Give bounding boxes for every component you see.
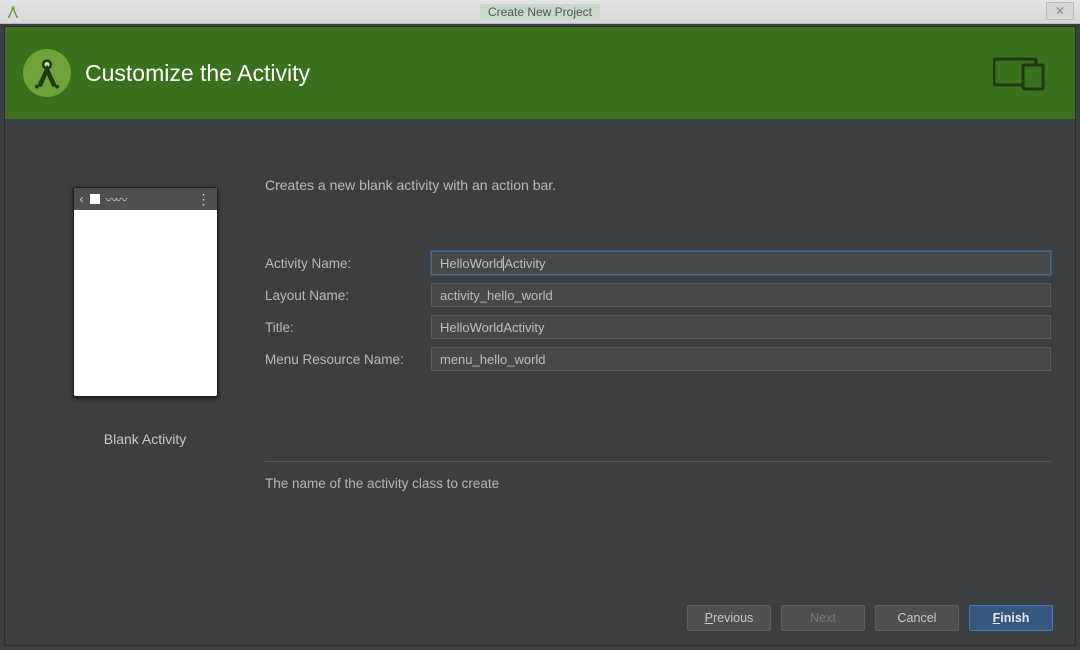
template-description: Creates a new blank activity with an act…	[265, 177, 1051, 193]
layout-name-input[interactable]: activity_hello_world	[431, 283, 1051, 307]
input-text: menu_hello_world	[440, 352, 546, 367]
window-title: Create New Project	[480, 4, 600, 20]
template-preview: ‹ 〰〰 ⋮	[73, 187, 218, 397]
window-titlebar: Create New Project ✕	[0, 0, 1080, 24]
activity-name-label: Activity Name:	[265, 256, 431, 271]
title-placeholder-icon: 〰〰	[106, 191, 126, 208]
back-chevron-icon: ‹	[80, 192, 84, 206]
banner: Customize the Activity	[5, 27, 1075, 119]
app-icon-placeholder	[90, 194, 100, 204]
form-column: Creates a new blank activity with an act…	[265, 137, 1055, 591]
cancel-button[interactable]: Cancel	[875, 605, 959, 631]
separator	[265, 461, 1051, 462]
input-text: activity_hello_world	[440, 288, 553, 303]
device-preview-icon	[993, 55, 1045, 91]
next-button[interactable]: Next	[781, 605, 865, 631]
banner-title: Customize the Activity	[85, 60, 310, 87]
content-area: ‹ 〰〰 ⋮ Blank Activity Creates a new blan…	[5, 119, 1075, 591]
template-caption: Blank Activity	[104, 431, 186, 447]
button-bar: Previous Next Cancel Finish	[5, 591, 1075, 645]
preview-body	[74, 210, 217, 396]
previous-button[interactable]: Previous	[687, 605, 771, 631]
input-text: HelloWorldActivity	[440, 320, 545, 335]
input-text-pre: HelloWorld	[440, 256, 503, 271]
field-helper-text: The name of the activity class to create	[265, 476, 1051, 491]
android-studio-logo-icon	[23, 49, 71, 97]
title-label: Title:	[265, 320, 431, 335]
activity-name-input[interactable]: HelloWorldActivity	[431, 251, 1051, 275]
dialog-frame: Customize the Activity ‹ 〰〰 ⋮ Blank Acti…	[4, 26, 1076, 646]
overflow-menu-icon: ⋮	[197, 192, 211, 206]
layout-name-label: Layout Name:	[265, 288, 431, 303]
template-preview-column: ‹ 〰〰 ⋮ Blank Activity	[25, 137, 265, 591]
mnemonic: P	[705, 611, 713, 625]
window-close-button[interactable]: ✕	[1046, 2, 1074, 20]
input-text-post: Activity	[504, 256, 545, 271]
preview-actionbar: ‹ 〰〰 ⋮	[74, 188, 217, 210]
menu-resource-label: Menu Resource Name:	[265, 352, 431, 367]
menu-resource-input[interactable]: menu_hello_world	[431, 347, 1051, 371]
android-studio-icon	[6, 4, 20, 21]
finish-button[interactable]: Finish	[969, 605, 1053, 631]
title-input[interactable]: HelloWorldActivity	[431, 315, 1051, 339]
